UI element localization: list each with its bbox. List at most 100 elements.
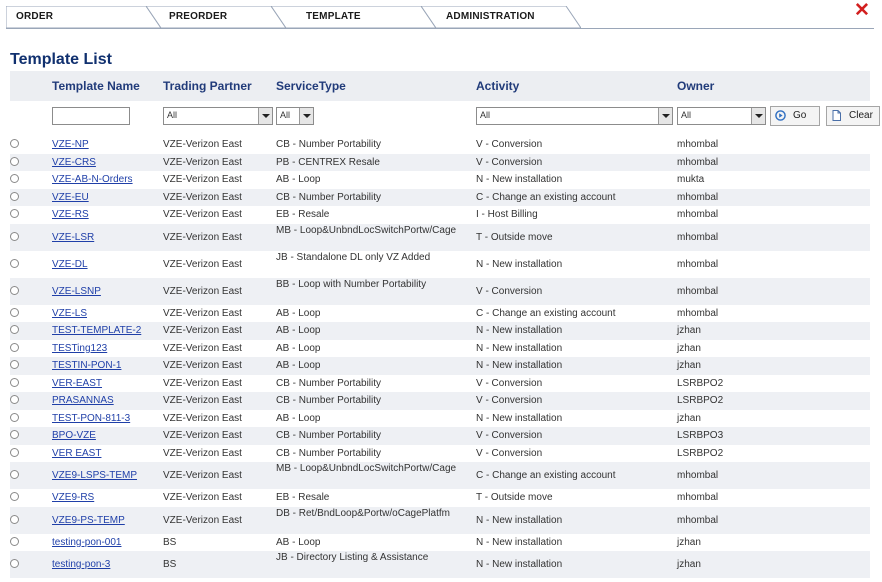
template-name-link[interactable]: VZE-EU	[52, 192, 89, 203]
row-select-radio[interactable]	[10, 492, 19, 501]
activity-cell: V - Conversion	[476, 447, 543, 459]
row-select-radio[interactable]	[10, 191, 19, 201]
template-name-link[interactable]: VZE-CRS	[52, 157, 96, 168]
trading-partner-filter-value: All	[167, 110, 178, 120]
activity-filter-select[interactable]: All	[476, 107, 673, 125]
chevron-down-icon[interactable]	[299, 108, 313, 124]
template-name-link[interactable]: VZE9-LSPS-TEMP	[52, 470, 137, 481]
owner-cell: LSRBPO3	[677, 430, 724, 441]
row-select-radio[interactable]	[10, 430, 19, 439]
row-select-radio[interactable]	[10, 395, 19, 404]
template-name-link[interactable]: TESTing123	[52, 343, 107, 354]
row-select-radio[interactable]	[10, 156, 19, 166]
template-name-link[interactable]: testing-pon-001	[52, 537, 122, 548]
table-row: testing-pon-001 BS AB - Loop N - New instal…	[10, 534, 870, 552]
trading-partner-cell: VZE-Verizon East	[163, 430, 242, 441]
tab-administration[interactable]: ADMINISTRATION	[421, 6, 581, 28]
template-name-link[interactable]: VZE-LSNP	[52, 286, 101, 297]
service-type-cell: AB - Loop	[276, 536, 321, 548]
tab-preorder[interactable]: PREORDER	[146, 6, 286, 28]
owner-cell: mukta	[677, 174, 705, 185]
template-name-link[interactable]: BPO-VZE	[52, 430, 96, 441]
template-name-link[interactable]: VZE-AB-N-Orders	[52, 174, 133, 185]
row-select-radio[interactable]	[10, 209, 19, 218]
trading-partner-filter-select[interactable]: All	[163, 107, 273, 125]
template-name-link[interactable]: PRASANNAS	[52, 395, 114, 406]
template-name-link[interactable]: TESTIN-PON-1	[52, 360, 121, 371]
row-select-radio[interactable]	[10, 377, 19, 387]
service-type-cell: EB - Resale	[276, 492, 330, 503]
go-icon	[775, 110, 786, 121]
template-name-link[interactable]: TEST-TEMPLATE-2	[52, 325, 141, 336]
owner-cell: jzhan	[677, 342, 701, 354]
trading-partner-cell: VZE-Verizon East	[163, 307, 242, 319]
trading-partner-cell: VZE-Verizon East	[163, 447, 242, 459]
activity-cell: N - New installation	[476, 412, 563, 424]
row-select-radio[interactable]	[10, 258, 19, 268]
service-type-cell: CB - Number Portability	[276, 377, 382, 389]
row-select-radio[interactable]	[10, 139, 19, 148]
go-button[interactable]: Go	[770, 106, 820, 126]
service-type-cell: AB - Loop	[276, 307, 321, 319]
row-select-radio[interactable]	[10, 342, 19, 352]
owner-filter-select[interactable]: All	[677, 107, 766, 125]
close-icon[interactable]: ✕	[854, 1, 870, 20]
chevron-down-icon[interactable]	[258, 108, 272, 124]
template-name-link[interactable]: VER-EAST	[52, 378, 102, 389]
table-row: VZE9-RS VZE-Verizon East EB - Resale T - Ou…	[10, 489, 870, 507]
row-select-radio[interactable]	[10, 174, 19, 183]
tab-order-label: ORDER	[16, 11, 54, 22]
row-select-radio[interactable]	[10, 285, 19, 295]
row-select-radio[interactable]	[10, 559, 19, 568]
template-name-link[interactable]: VER EAST	[52, 448, 101, 459]
activity-cell: T - Outside move	[476, 492, 553, 503]
service-type-cell: DB - Ret/BndLoop&Portw/oCagePlatfm	[276, 507, 450, 519]
owner-cell: jzhan	[677, 536, 701, 548]
owner-cell: mhombal	[677, 470, 719, 481]
table-row: TESTIN-PON-1 VZE-Verizon East AB - Loop N -…	[10, 357, 870, 375]
service-type-cell: BB - Loop with Number Portability	[276, 278, 427, 290]
owner-cell: jzhan	[677, 325, 701, 336]
tab-order[interactable]: ORDER	[6, 6, 161, 28]
trading-partner-cell: VZE-Verizon East	[163, 174, 242, 185]
row-select-radio[interactable]	[10, 412, 19, 422]
template-name-link[interactable]: VZE-NP	[52, 139, 89, 150]
row-select-radio[interactable]	[10, 325, 19, 334]
template-name-link[interactable]: testing-pon-3	[52, 559, 110, 570]
activity-cell: C - Change an existing account	[476, 470, 616, 481]
template-name-link[interactable]: VZE-LSR	[52, 232, 94, 243]
table-row: TEST-TEMPLATE-2 VZE-Verizon East AB - Loop…	[10, 322, 870, 340]
row-select-radio[interactable]	[10, 231, 19, 241]
table-row: VZE-LS VZE-Verizon East AB - Loop C - Chang…	[10, 305, 870, 323]
chevron-down-icon[interactable]	[658, 108, 672, 124]
service-type-filter-select[interactable]: All	[276, 107, 314, 125]
activity-cell: V - Conversion	[476, 156, 543, 168]
template-name-link[interactable]: TEST-PON-811-3	[52, 413, 130, 424]
chevron-down-icon[interactable]	[751, 108, 765, 124]
row-select-radio[interactable]	[10, 536, 19, 546]
row-select-radio[interactable]	[10, 447, 19, 457]
owner-cell: mhombal	[677, 191, 719, 203]
owner-cell: jzhan	[677, 559, 701, 570]
column-header-owner: Owner	[677, 79, 715, 93]
row-select-radio[interactable]	[10, 470, 19, 479]
template-name-filter-input[interactable]	[52, 107, 130, 125]
service-type-cell: PB - CENTREX Resale	[276, 156, 380, 168]
tab-template[interactable]: TEMPLATE	[271, 6, 436, 28]
trading-partner-cell: VZE-Verizon East	[163, 325, 242, 336]
template-name-link[interactable]: VZE9-PS-TEMP	[52, 515, 125, 526]
table-row: VER EAST VZE-Verizon East CB - Number Port…	[10, 445, 870, 463]
template-name-link[interactable]: VZE9-RS	[52, 492, 94, 503]
row-select-radio[interactable]	[10, 514, 19, 524]
template-name-link[interactable]: VZE-DL	[52, 259, 88, 270]
table-row: PRASANNAS VZE-Verizon East CB - Number Por…	[10, 392, 870, 410]
clear-button[interactable]: Clear	[826, 106, 880, 126]
row-select-radio[interactable]	[10, 307, 19, 317]
template-name-link[interactable]: VZE-RS	[52, 209, 89, 220]
activity-cell: N - New installation	[476, 536, 563, 548]
owner-filter-value: All	[681, 110, 692, 120]
tabs-strip: ORDER PREORDER TEMPLATE ADMINISTRATION	[6, 6, 874, 29]
row-select-radio[interactable]	[10, 360, 19, 369]
service-type-cell: CB - Number Portability	[276, 430, 382, 441]
template-name-link[interactable]: VZE-LS	[52, 308, 87, 319]
